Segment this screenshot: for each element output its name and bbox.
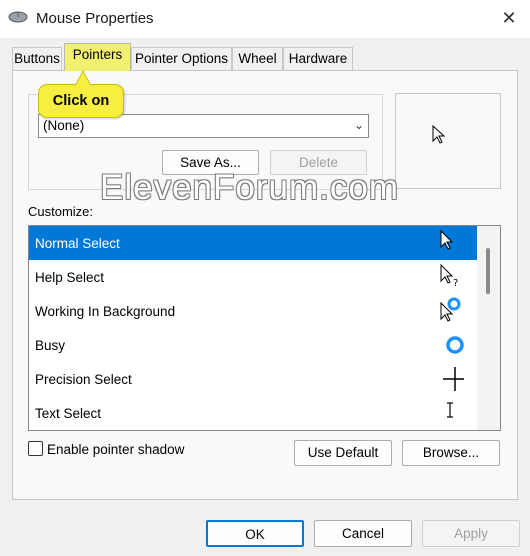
cancel-button[interactable]: Cancel: [314, 520, 412, 547]
help-cursor-icon: ?: [440, 263, 458, 289]
working-cursor-icon: [440, 297, 461, 322]
list-item[interactable]: Precision Select: [29, 362, 478, 396]
list-item-label: Help Select: [35, 270, 105, 285]
crosshair-cursor-icon: [443, 367, 464, 391]
list-item-label: Normal Select: [35, 236, 120, 251]
apply-button[interactable]: Apply: [422, 520, 520, 547]
cursor-list[interactable]: Normal Select Help Select ? Working In B…: [28, 225, 501, 431]
use-default-button[interactable]: Use Default: [294, 440, 392, 466]
pointer-shadow-label[interactable]: Enable pointer shadow: [47, 442, 184, 457]
preview-arrow-icon: [432, 125, 446, 144]
svg-text:?: ?: [453, 278, 458, 289]
cursor-preview: [395, 93, 501, 189]
tab-wheel[interactable]: Wheel: [232, 47, 283, 71]
scrollbar-thumb[interactable]: [486, 248, 490, 294]
tab-buttons[interactable]: Buttons: [12, 47, 62, 71]
watermark: ElevenForum.com: [100, 168, 399, 207]
list-item[interactable]: Busy: [29, 328, 478, 362]
list-item[interactable]: Working In Background: [29, 294, 478, 328]
arrow-cursor-icon: [440, 229, 454, 250]
pointer-shadow-checkbox[interactable]: [28, 441, 43, 456]
list-item[interactable]: Help Select ?: [29, 260, 478, 294]
list-item-label: Working In Background: [35, 304, 176, 319]
chevron-down-icon: ⌄: [353, 118, 364, 132]
click-on-callout: Click on: [38, 84, 124, 118]
busy-cursor-icon: [446, 336, 464, 354]
tab-pointers[interactable]: Pointers: [64, 43, 131, 71]
close-button[interactable]: ✕: [497, 6, 521, 30]
tab-strip: Buttons Pointers Pointer Options Wheel H…: [12, 43, 353, 71]
ok-button[interactable]: OK: [206, 520, 304, 547]
customize-label: Customize:: [28, 204, 94, 219]
window-title: Mouse Properties: [36, 10, 154, 27]
list-item[interactable]: Text Select: [29, 396, 478, 430]
list-item[interactable]: Normal Select: [29, 226, 478, 260]
list-item-label: Text Select: [35, 406, 102, 421]
list-item-label: Busy: [35, 338, 66, 353]
tab-pointer-options[interactable]: Pointer Options: [131, 47, 232, 71]
ibeam-cursor-icon: [447, 402, 453, 418]
tab-hardware[interactable]: Hardware: [283, 47, 353, 71]
callout-pointer-fill: [76, 72, 90, 85]
mouse-icon: [8, 10, 28, 24]
browse-button[interactable]: Browse...: [402, 440, 500, 466]
scheme-value: (None): [43, 118, 85, 133]
list-item-label: Precision Select: [35, 372, 132, 387]
